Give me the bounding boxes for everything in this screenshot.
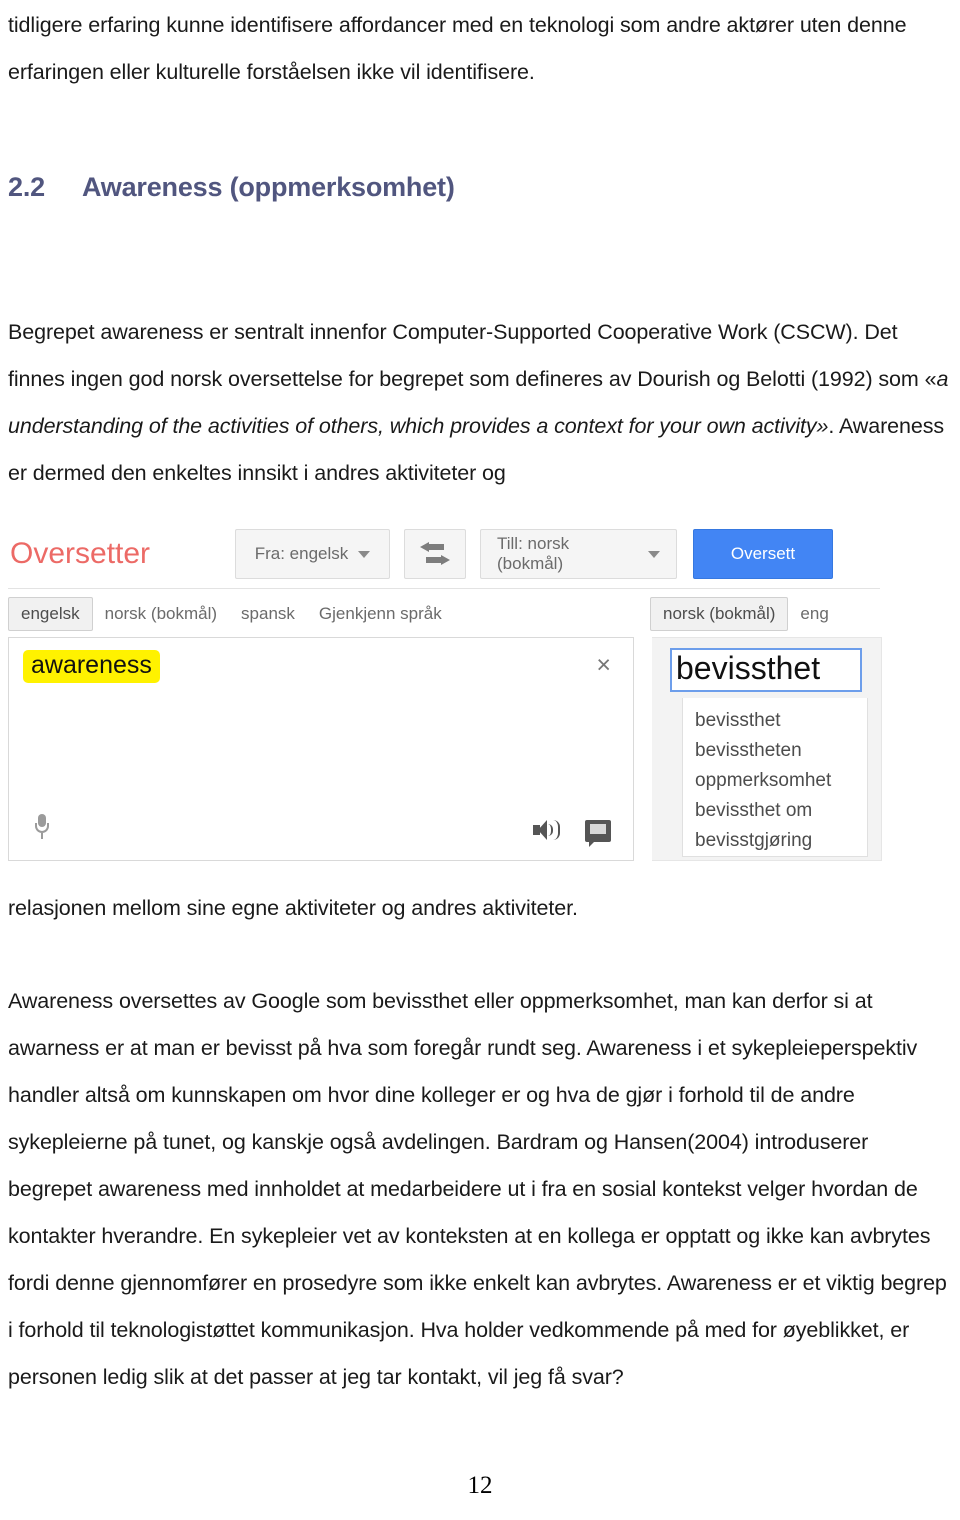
- target-language-label: Till: norsk (bokmål): [497, 534, 570, 573]
- translate-toolbar: Oversetter Fra: engelsk Till: norsk (bok…: [6, 523, 886, 585]
- source-text-panel[interactable]: awareness ×: [8, 637, 634, 861]
- source-text-value: awareness: [23, 650, 160, 683]
- list-item[interactable]: bevissthet om: [683, 796, 867, 826]
- translation-result-box[interactable]: bevissthet: [670, 648, 862, 692]
- target-tab-norsk[interactable]: norsk (bokmål): [650, 597, 789, 631]
- source-tab-norsk[interactable]: norsk (bokmål): [93, 597, 229, 631]
- list-item[interactable]: bevissthet: [683, 706, 867, 736]
- body-paragraph-1-part-a: Begrepet awareness er sentralt innenfor …: [8, 320, 937, 391]
- source-tab-engelsk[interactable]: engelsk: [8, 597, 93, 631]
- microphone-icon[interactable]: [35, 814, 49, 840]
- list-item[interactable]: bevisstheten: [683, 736, 867, 766]
- swap-languages-button[interactable]: [404, 529, 466, 579]
- target-language-tabs: norsk (bokmål) eng: [650, 597, 841, 631]
- toolbar-divider: [8, 588, 880, 589]
- list-item[interactable]: oppmerksomhet: [683, 766, 867, 796]
- swap-arrows-icon: [418, 539, 452, 569]
- document-page: tidligere erfaring kunne identifisere af…: [0, 0, 960, 1520]
- source-language-dropdown[interactable]: Fra: engelsk: [235, 529, 390, 579]
- source-language-label: Fra: engelsk: [254, 544, 349, 563]
- translation-suggestion-list: bevissthet bevisstheten oppmerksomhet be…: [682, 698, 868, 857]
- translate-button[interactable]: Oversett: [693, 529, 833, 579]
- source-tab-detect-language[interactable]: Gjenkjenn språk: [307, 597, 454, 631]
- body-paragraph-2: Awareness oversettes av Google som bevis…: [8, 989, 947, 1389]
- source-language-tabs: engelsk norsk (bokmål) spansk Gjenkjenn …: [8, 597, 454, 631]
- page-number: 12: [467, 1472, 493, 1499]
- body-paragraph-after-image: relasjonen mellom sine egne aktiviteter …: [8, 896, 578, 920]
- clear-icon[interactable]: ×: [596, 653, 611, 678]
- keyboard-icon[interactable]: [585, 820, 611, 847]
- speaker-icon[interactable]: [533, 818, 561, 842]
- translation-result-text: bevissthet: [676, 650, 821, 686]
- source-tab-spansk[interactable]: spansk: [229, 597, 307, 631]
- google-translate-screenshot: Oversetter Fra: engelsk Till: norsk (bok…: [6, 519, 886, 879]
- body-paragraph-1: Begrepet awareness er sentralt innenfor …: [8, 309, 952, 497]
- chevron-down-icon: [648, 550, 660, 558]
- target-language-dropdown[interactable]: Till: norsk (bokmål): [480, 529, 677, 579]
- section-title: Awareness (oppmerksomhet): [82, 172, 455, 202]
- intro-paragraph: tidligere erfaring kunne identifisere af…: [8, 13, 907, 84]
- section-number: 2.2: [8, 172, 45, 202]
- translate-logo: Oversetter: [10, 537, 151, 570]
- chevron-down-icon: [358, 550, 371, 558]
- translation-result-panel: bevissthet bevissthet bevisstheten oppme…: [652, 637, 882, 861]
- section-heading: 2.2 Awareness (oppmerksomhet): [8, 172, 952, 203]
- target-tab-engelsk[interactable]: eng: [788, 597, 840, 631]
- list-item[interactable]: bevisstgjøring: [683, 826, 867, 856]
